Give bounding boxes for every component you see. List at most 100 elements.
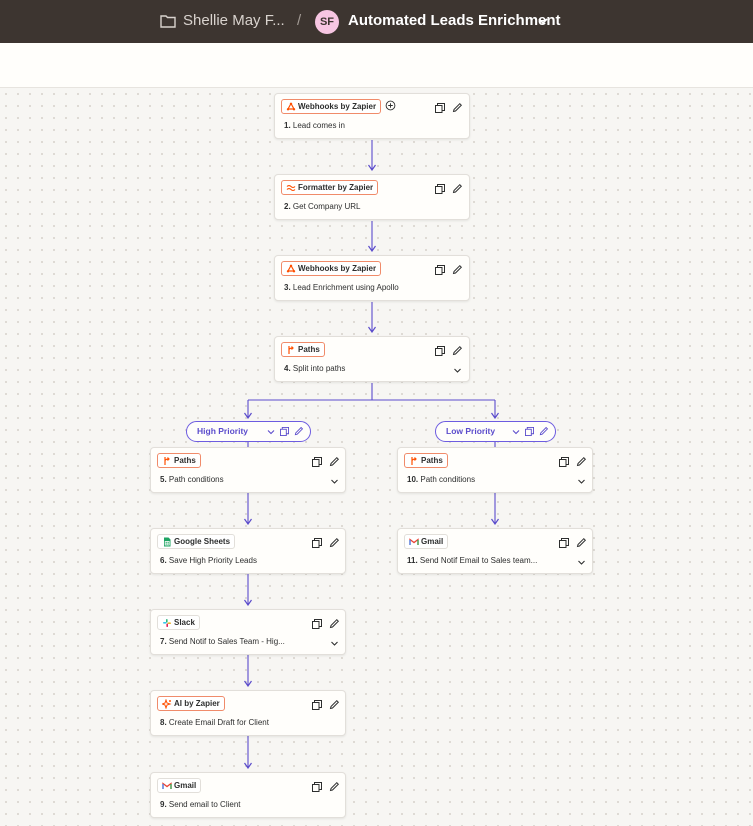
duplicate-icon[interactable] bbox=[435, 265, 445, 275]
breadcrumb-separator: / bbox=[297, 12, 302, 29]
app-badge: Webhooks by Zapier bbox=[281, 261, 382, 276]
app-badge: Gmail bbox=[157, 778, 202, 793]
step-title: 2. Get Company URL bbox=[284, 202, 361, 211]
step-title: 7. Send Notif to Sales Team - Hig... bbox=[160, 637, 285, 646]
step-card[interactable]: Paths 5. Path conditions bbox=[150, 447, 346, 493]
app-badge: Paths bbox=[281, 342, 325, 357]
paths-icon bbox=[164, 457, 170, 465]
edit-icon[interactable] bbox=[329, 781, 340, 792]
folder-icon[interactable] bbox=[160, 12, 176, 30]
add-icon[interactable] bbox=[385, 100, 396, 111]
edit-icon[interactable] bbox=[452, 345, 463, 356]
edit-icon[interactable] bbox=[329, 456, 340, 467]
step-title: 11. Send Notif Email to Sales team... bbox=[407, 556, 538, 565]
step-title: 6. Save High Priority Leads bbox=[160, 556, 257, 565]
duplicate-icon[interactable] bbox=[312, 700, 322, 710]
edit-icon[interactable] bbox=[294, 426, 304, 436]
step-card[interactable]: Gmail 9. Send email to Client bbox=[150, 772, 346, 818]
app-badge: Gmail bbox=[404, 534, 449, 549]
chevron-down-icon[interactable] bbox=[267, 429, 275, 435]
edit-icon[interactable] bbox=[329, 699, 340, 710]
step-title: 10. Path conditions bbox=[407, 475, 476, 484]
app-name: Gmail bbox=[421, 537, 444, 546]
avatar[interactable]: SF bbox=[315, 10, 339, 34]
app-name: AI by Zapier bbox=[174, 699, 220, 708]
step-title: 3. Lead Enrichment using Apollo bbox=[284, 283, 399, 292]
gmail-icon bbox=[409, 538, 419, 545]
app-badge: Google Sheets bbox=[157, 534, 236, 549]
duplicate-icon[interactable] bbox=[559, 457, 569, 467]
path-low-priority[interactable]: Low Priority bbox=[435, 421, 556, 442]
app-name: Gmail bbox=[174, 781, 197, 790]
edit-icon[interactable] bbox=[539, 426, 549, 436]
edit-icon[interactable] bbox=[452, 183, 463, 194]
duplicate-icon[interactable] bbox=[435, 103, 445, 113]
step-card[interactable]: Paths 4. Split into paths bbox=[274, 336, 470, 382]
formatter-icon bbox=[286, 184, 296, 192]
path-high-priority[interactable]: High Priority bbox=[186, 421, 311, 442]
edit-icon[interactable] bbox=[576, 456, 587, 467]
step-card[interactable]: Paths 10. Path conditions bbox=[397, 447, 593, 493]
app-name: Webhooks by Zapier bbox=[298, 102, 377, 111]
app-name: Paths bbox=[298, 345, 320, 354]
top-bar: Shellie May F... / SF Automated Leads En… bbox=[0, 0, 753, 43]
path-label: High Priority bbox=[197, 426, 249, 436]
step-card[interactable]: Webhooks by Zapier 1. Lead comes in bbox=[274, 93, 470, 139]
webhook-icon bbox=[286, 264, 296, 273]
paths-icon bbox=[288, 346, 294, 354]
duplicate-icon[interactable] bbox=[435, 346, 445, 356]
chevron-down-icon[interactable] bbox=[577, 559, 586, 566]
step-title: 4. Split into paths bbox=[284, 364, 346, 373]
chevron-down-icon[interactable] bbox=[577, 478, 586, 485]
app-badge: Formatter by Zapier bbox=[281, 180, 379, 195]
duplicate-icon[interactable] bbox=[312, 457, 322, 467]
ai-icon bbox=[162, 699, 172, 709]
duplicate-icon[interactable] bbox=[559, 538, 569, 548]
step-title: 9. Send email to Client bbox=[160, 800, 241, 809]
toolbar bbox=[0, 43, 753, 88]
path-label: Low Priority bbox=[446, 426, 496, 436]
duplicate-icon[interactable] bbox=[435, 184, 445, 194]
webhook-icon bbox=[286, 102, 296, 111]
duplicate-icon[interactable] bbox=[525, 427, 534, 436]
step-card[interactable]: Google Sheets 6. Save High Priority Lead… bbox=[150, 528, 346, 574]
app-name: Paths bbox=[421, 456, 443, 465]
duplicate-icon[interactable] bbox=[312, 782, 322, 792]
gmail-icon bbox=[162, 782, 172, 789]
chevron-down-icon[interactable] bbox=[453, 367, 462, 374]
chevron-down-icon[interactable] bbox=[330, 640, 339, 647]
step-card[interactable]: AI by Zapier 8. Create Email Draft for C… bbox=[150, 690, 346, 736]
chevron-down-icon[interactable] bbox=[512, 429, 520, 435]
zap-title[interactable]: Automated Leads Enrichment bbox=[348, 12, 561, 29]
step-card[interactable]: Formatter by Zapier 2. Get Company URL bbox=[274, 174, 470, 220]
edit-icon[interactable] bbox=[452, 102, 463, 113]
step-title: 1. Lead comes in bbox=[284, 121, 345, 130]
step-card[interactable]: Webhooks by Zapier 3. Lead Enrichment us… bbox=[274, 255, 470, 301]
slack-icon bbox=[163, 619, 171, 627]
edit-icon[interactable] bbox=[329, 618, 340, 629]
step-title: 8. Create Email Draft for Client bbox=[160, 718, 269, 727]
app-badge: Webhooks by Zapier bbox=[281, 99, 382, 114]
folder-name-link[interactable]: Shellie May F... bbox=[183, 12, 285, 29]
app-badge: Paths bbox=[157, 453, 201, 468]
app-badge: Slack bbox=[157, 615, 200, 630]
app-badge: Paths bbox=[404, 453, 448, 468]
app-name: Paths bbox=[174, 456, 196, 465]
app-name: Google Sheets bbox=[174, 537, 231, 546]
step-card[interactable]: Gmail 11. Send Notif Email to Sales team… bbox=[397, 528, 593, 574]
step-title: 5. Path conditions bbox=[160, 475, 224, 484]
edit-icon[interactable] bbox=[329, 537, 340, 548]
app-name: Slack bbox=[174, 618, 195, 627]
app-name: Formatter by Zapier bbox=[298, 183, 374, 192]
edit-icon[interactable] bbox=[576, 537, 587, 548]
chevron-down-icon[interactable] bbox=[330, 478, 339, 485]
paths-icon bbox=[411, 457, 417, 465]
duplicate-icon[interactable] bbox=[312, 619, 322, 629]
edit-icon[interactable] bbox=[452, 264, 463, 275]
duplicate-icon[interactable] bbox=[312, 538, 322, 548]
duplicate-icon[interactable] bbox=[280, 427, 289, 436]
app-name: Webhooks by Zapier bbox=[298, 264, 377, 273]
chevron-down-icon[interactable] bbox=[537, 16, 549, 26]
step-card[interactable]: Slack 7. Send Notif to Sales Team - Hig.… bbox=[150, 609, 346, 655]
google-sheets-icon bbox=[164, 537, 171, 547]
